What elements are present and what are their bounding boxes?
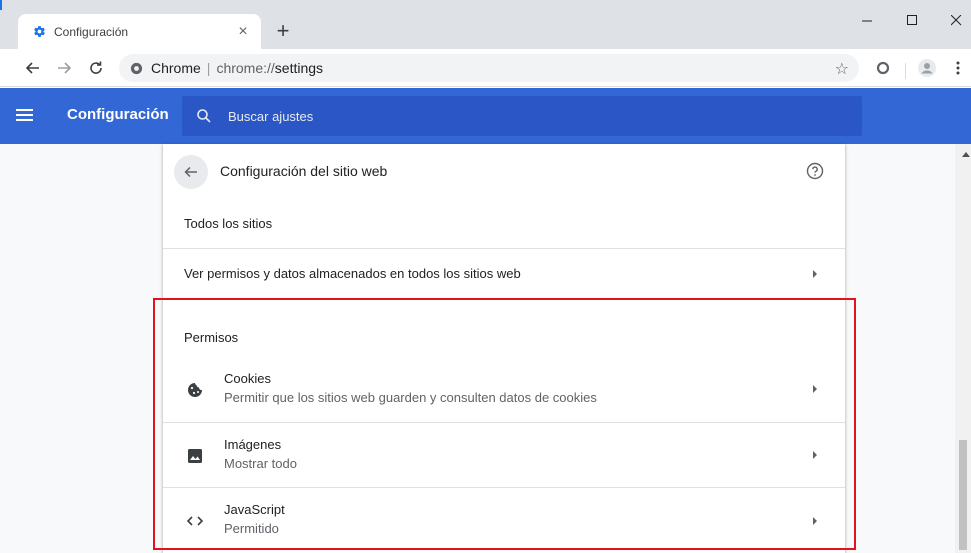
search-icon (196, 108, 212, 124)
hamburger-menu-icon[interactable] (16, 106, 36, 126)
permission-item-images[interactable]: Imágenes Mostrar todo (163, 422, 845, 487)
scroll-up-arrow-icon[interactable] (962, 152, 970, 157)
cookies-description: Permitir que los sitios web guarden y co… (224, 390, 597, 405)
search-input[interactable]: Buscar ajustes (182, 96, 862, 136)
images-description: Mostrar todo (224, 456, 297, 471)
javascript-text: JavaScript Permitido (224, 502, 285, 536)
cookies-label: Cookies (224, 371, 271, 386)
settings-header: Configuración Buscar ajustes (0, 88, 971, 144)
toolbar-divider (905, 63, 906, 79)
site-settings-card: Configuración del sitio web Todos los si… (163, 144, 845, 553)
bookmark-star-icon[interactable]: ☆ (835, 59, 849, 79)
code-icon (185, 511, 205, 531)
url-scheme: chrome:// (216, 60, 275, 76)
tab-close-icon[interactable]: × (233, 22, 253, 42)
close-window-button[interactable] (941, 8, 971, 32)
maximize-button[interactable] (897, 8, 927, 32)
tab-title: Configuración (54, 24, 129, 39)
arrow-right-icon (813, 451, 817, 459)
arrow-right-icon (813, 385, 817, 393)
chrome-icon (129, 61, 143, 75)
javascript-label: JavaScript (224, 502, 285, 517)
omnibox-separator: | (206, 60, 211, 76)
images-text: Imágenes Mostrar todo (224, 437, 297, 471)
omnibox[interactable]: Chrome | chrome://settings ☆ (119, 54, 859, 82)
arrow-back-icon (184, 166, 197, 178)
new-tab-button[interactable]: + (271, 19, 295, 43)
omnibox-site-label: Chrome (151, 60, 201, 76)
permission-item-cookies[interactable]: Cookies Permitir que los sitios web guar… (163, 356, 845, 422)
tab-strip: Configuración × + (0, 0, 971, 49)
extension-icon[interactable] (871, 56, 895, 80)
minimize-button[interactable] (852, 8, 882, 32)
forward-icon[interactable] (52, 56, 76, 80)
back-icon[interactable] (21, 56, 45, 80)
url-path: settings (274, 60, 324, 76)
arrow-right-icon (813, 517, 817, 525)
images-label: Imágenes (224, 437, 282, 452)
all-sites-row[interactable]: Ver permisos y datos almacenados en todo… (163, 248, 845, 298)
menu-dots-icon[interactable] (946, 56, 970, 80)
page-title: Configuración del sitio web (220, 163, 388, 179)
back-button[interactable] (174, 155, 208, 189)
cookie-icon (185, 380, 205, 400)
tab-configuracion[interactable]: Configuración × (18, 14, 261, 49)
arrow-right-icon (813, 270, 817, 278)
card-header: Configuración del sitio web (163, 144, 845, 200)
reload-icon[interactable] (84, 56, 108, 80)
section-permissions: Permisos (184, 330, 239, 345)
search-placeholder: Buscar ajustes (228, 108, 314, 124)
help-icon[interactable] (806, 162, 824, 180)
all-sites-label: Ver permisos y datos almacenados en todo… (184, 266, 521, 281)
section-all-sites: Todos los sitios (184, 216, 273, 231)
profile-avatar-icon[interactable] (915, 56, 939, 80)
omnibox-url: chrome://settings (216, 60, 323, 76)
image-icon (185, 446, 205, 466)
settings-title: Configuración (67, 106, 169, 123)
permission-item-javascript[interactable]: JavaScript Permitido (163, 487, 845, 553)
browser-toolbar: Chrome | chrome://settings ☆ (0, 49, 971, 87)
scrollbar-thumb[interactable] (959, 440, 967, 550)
gear-icon (32, 25, 46, 39)
javascript-description: Permitido (224, 521, 279, 536)
cookies-text: Cookies Permitir que los sitios web guar… (224, 371, 597, 405)
